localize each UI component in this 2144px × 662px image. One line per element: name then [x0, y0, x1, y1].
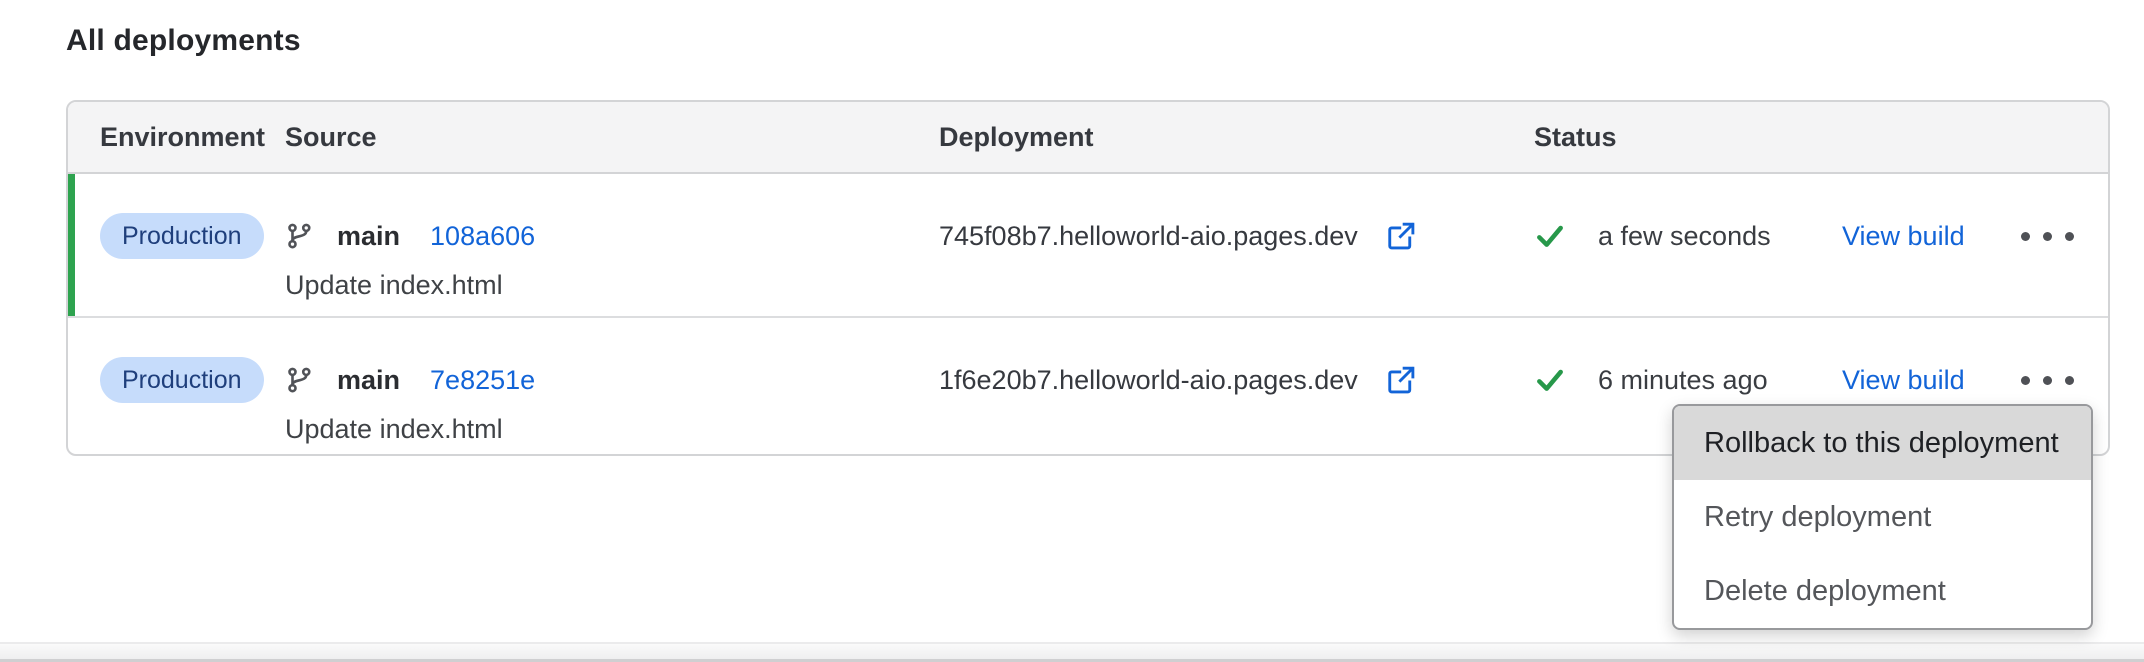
- status-text: 6 minutes ago: [1598, 365, 1768, 396]
- branch-name: main: [337, 221, 400, 252]
- status-text: a few seconds: [1598, 221, 1771, 252]
- table-header-row: Environment Source Deployment Status: [68, 102, 2108, 174]
- commit-message: Update index.html: [285, 268, 939, 302]
- table-row: Production main 108a606 Update index.htm…: [68, 174, 2108, 316]
- ellipsis-dot: [2043, 376, 2052, 385]
- view-build-cell: View build: [1842, 212, 2004, 260]
- source-cell: main 7e8251e Update index.html: [285, 356, 939, 446]
- commit-message: Update index.html: [285, 412, 939, 446]
- git-branch-icon: [285, 365, 315, 395]
- status-cell: a few seconds: [1534, 212, 1842, 260]
- environment-cell: Production: [100, 212, 285, 260]
- environment-cell: Production: [100, 356, 285, 404]
- deployment-cell: 745f08b7.helloworld-aio.pages.dev: [939, 212, 1534, 260]
- ellipsis-dot: [2021, 232, 2030, 241]
- external-link-icon[interactable]: [1386, 221, 1416, 251]
- source-cell: main 108a606 Update index.html: [285, 212, 939, 302]
- page-bottom-divider: [0, 642, 2144, 662]
- column-header-status: Status: [1534, 122, 2076, 153]
- column-header-deployment: Deployment: [939, 122, 1534, 153]
- ellipsis-menu-button[interactable]: [2019, 212, 2076, 260]
- menu-item-rollback[interactable]: Rollback to this deployment: [1674, 406, 2091, 480]
- success-check-icon: [1534, 220, 1566, 252]
- ellipsis-dot: [2021, 376, 2030, 385]
- row-actions-cell: [2019, 356, 2076, 404]
- view-build-link[interactable]: View build: [1842, 365, 1965, 396]
- git-branch-icon: [285, 221, 315, 251]
- view-build-link[interactable]: View build: [1842, 221, 1965, 252]
- ellipsis-menu-button[interactable]: [2019, 356, 2076, 404]
- column-header-source: Source: [285, 122, 939, 153]
- page-title: All deployments: [66, 24, 301, 58]
- menu-item-delete[interactable]: Delete deployment: [1674, 554, 2091, 628]
- environment-badge: Production: [100, 357, 264, 403]
- ellipsis-dot: [2043, 232, 2052, 241]
- ellipsis-dot: [2065, 232, 2074, 241]
- column-header-environment: Environment: [100, 122, 285, 153]
- deployment-url: 1f6e20b7.helloworld-aio.pages.dev: [939, 365, 1358, 396]
- deployments-table: Environment Source Deployment Status Pro…: [66, 100, 2110, 456]
- environment-badge: Production: [100, 213, 264, 259]
- deployment-cell: 1f6e20b7.helloworld-aio.pages.dev: [939, 356, 1534, 404]
- view-build-cell: View build: [1842, 356, 2004, 404]
- external-link-icon[interactable]: [1386, 365, 1416, 395]
- commit-link[interactable]: 108a606: [430, 221, 535, 252]
- deployment-actions-menu: Rollback to this deployment Retry deploy…: [1672, 404, 2093, 630]
- branch-name: main: [337, 365, 400, 396]
- menu-item-retry[interactable]: Retry deployment: [1674, 480, 2091, 554]
- status-cell: 6 minutes ago: [1534, 356, 1842, 404]
- commit-link[interactable]: 7e8251e: [430, 365, 535, 396]
- current-deployment-indicator-bar: [68, 174, 75, 316]
- row-actions-cell: [2019, 212, 2076, 260]
- ellipsis-dot: [2065, 376, 2074, 385]
- success-check-icon: [1534, 364, 1566, 396]
- deployment-url: 745f08b7.helloworld-aio.pages.dev: [939, 221, 1358, 252]
